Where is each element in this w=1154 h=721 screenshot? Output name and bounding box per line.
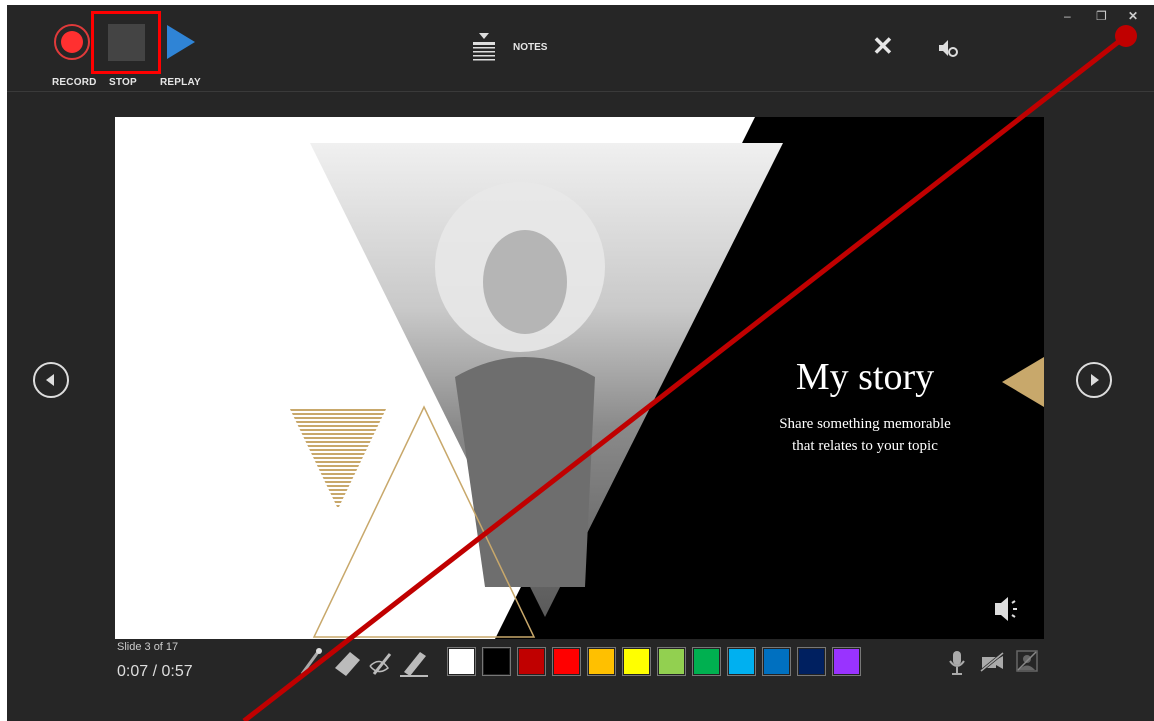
camera-off-icon[interactable] [979,649,1005,675]
highlighter-icon[interactable] [400,652,428,677]
microphone-icon[interactable] [947,649,967,677]
pen-color-swatch[interactable] [447,647,476,676]
pen-color-swatch[interactable] [762,647,791,676]
pen-color-swatch[interactable] [727,647,756,676]
pen-color-swatch[interactable] [797,647,826,676]
pen-color-swatch[interactable] [587,647,616,676]
close-icon[interactable]: ✕ [872,33,894,59]
gold-striped-triangle [289,407,387,509]
slide-title: My story [795,356,935,398]
laser-pointer-icon[interactable] [300,648,322,675]
camera-preview-off-icon[interactable] [1015,649,1039,673]
next-slide-icon[interactable] [1076,362,1112,398]
replay-icon[interactable] [167,25,195,59]
slide-counter: Slide 3 of 17 [117,641,179,653]
minimize-icon[interactable]: – [1064,9,1071,23]
subtitle-line-1: Share something memorable [779,416,951,432]
notes-icon[interactable] [473,33,495,63]
slide-subtitle: Share something memorable that relates t… [735,413,995,457]
stop-highlight-box [91,11,161,74]
stop-label[interactable]: STOP [109,77,137,88]
record-label[interactable]: RECORD [52,77,97,88]
close-window-icon[interactable]: ✕ [1128,9,1138,23]
recording-timer: 0:07 / 0:57 [117,663,193,680]
prev-slide-icon[interactable] [33,362,69,398]
pen-color-swatch[interactable] [657,647,686,676]
replay-label[interactable]: REPLAY [160,77,201,88]
slide-preview: My story Share something memorable that … [115,117,1044,639]
pen-color-swatch[interactable] [692,647,721,676]
ink-tools [300,648,428,677]
notes-button[interactable]: NOTES [513,42,547,53]
pen-color-swatch[interactable] [622,647,651,676]
recording-toolbar: RECORD STOP REPLAY NOTES ✕ – ❐ ✕ [7,5,1154,92]
pen-color-swatch[interactable] [832,647,861,676]
restore-icon[interactable]: ❐ [1096,9,1107,23]
pen-color-swatch[interactable] [517,647,546,676]
pen-color-swatch[interactable] [552,647,581,676]
recording-window: RECORD STOP REPLAY NOTES ✕ – ❐ ✕ My stor… [7,5,1154,721]
record-icon[interactable] [54,24,90,60]
pen-color-swatch[interactable] [482,647,511,676]
subtitle-line-2: that relates to your topic [792,438,938,454]
pen-icon[interactable] [369,653,392,675]
audio-settings-icon[interactable] [937,37,959,59]
eraser-icon[interactable] [335,652,360,676]
